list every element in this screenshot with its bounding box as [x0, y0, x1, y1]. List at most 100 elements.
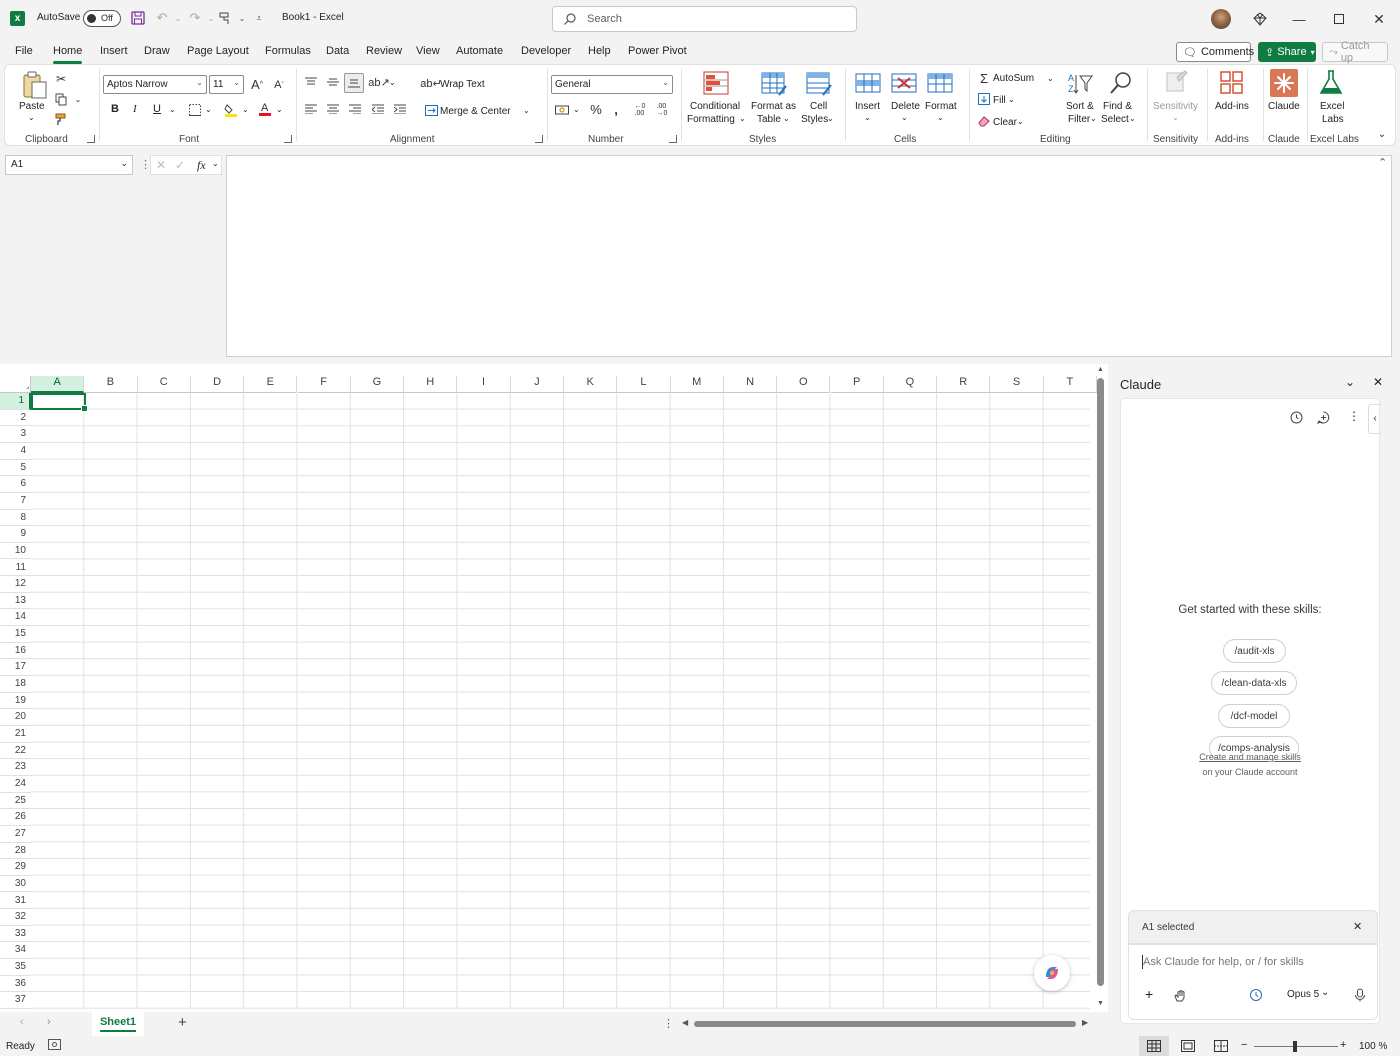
column-header-d[interactable]: D: [190, 376, 245, 393]
zoom-in-icon[interactable]: +: [1340, 1039, 1346, 1051]
row-header-14[interactable]: 14: [0, 609, 31, 627]
row-header-3[interactable]: 3: [0, 426, 31, 443]
paste-icon[interactable]: [21, 71, 49, 99]
tab-page-layout[interactable]: Page Layout: [187, 45, 249, 57]
align-right-icon[interactable]: [347, 102, 363, 116]
save-icon[interactable]: [130, 10, 146, 26]
column-header-r[interactable]: R: [937, 376, 991, 393]
row-header-1[interactable]: 1: [0, 393, 31, 410]
fill-color-icon[interactable]: [223, 101, 239, 119]
zoom-out-icon[interactable]: −: [1241, 1039, 1247, 1051]
manage-skills-link[interactable]: Create and manage skills: [1121, 752, 1379, 762]
find-select-label-2[interactable]: Select: [1101, 114, 1129, 125]
middle-align-icon[interactable]: [325, 75, 341, 89]
tab-data[interactable]: Data: [326, 45, 349, 57]
column-header-i[interactable]: I: [457, 376, 511, 393]
microphone-icon[interactable]: [1354, 988, 1366, 1002]
row-header-2[interactable]: 2: [0, 410, 31, 427]
tab-automate[interactable]: Automate: [456, 45, 503, 57]
row-header-6[interactable]: 6: [0, 476, 31, 493]
enter-icon[interactable]: ✓: [175, 158, 185, 172]
font-size-select[interactable]: 11 ⌄: [209, 75, 244, 94]
borders-icon[interactable]: [187, 102, 203, 118]
redo-dropdown-icon[interactable]: ⌄: [203, 10, 219, 26]
row-header-30[interactable]: 30: [0, 876, 31, 893]
delete-cells-label[interactable]: Delete: [891, 101, 920, 112]
column-header-e[interactable]: E: [244, 376, 298, 393]
redo-icon[interactable]: ↷: [187, 10, 203, 26]
chevron-down-icon[interactable]: ⌄: [212, 159, 219, 168]
column-header-c[interactable]: C: [137, 376, 191, 393]
italic-button[interactable]: I: [133, 103, 137, 115]
cell-styles-label-2[interactable]: Styles: [801, 114, 828, 125]
copy-icon[interactable]: [53, 91, 69, 107]
collapse-formula-icon[interactable]: ⌃: [1378, 156, 1387, 169]
accessibility-icon[interactable]: [48, 1039, 62, 1051]
font-color-icon[interactable]: A: [257, 100, 273, 118]
row-header-27[interactable]: 27: [0, 826, 31, 843]
row-header-36[interactable]: 36: [0, 976, 31, 993]
eraser-icon[interactable]: [977, 114, 991, 128]
comma-style-icon[interactable]: ,: [610, 101, 622, 117]
row-header-24[interactable]: 24: [0, 776, 31, 793]
minimize-icon[interactable]: —: [1289, 9, 1309, 29]
expand-panel-icon[interactable]: ‹: [1368, 404, 1381, 434]
select-all-corner[interactable]: [0, 376, 31, 393]
orientation-dropdown-icon[interactable]: ⌄: [389, 78, 396, 87]
row-header-25[interactable]: 25: [0, 793, 31, 810]
column-header-t[interactable]: T: [1043, 376, 1097, 393]
cell-styles-label-1[interactable]: Cell: [810, 101, 827, 112]
row-header-7[interactable]: 7: [0, 493, 31, 510]
copilot-button[interactable]: [1034, 955, 1070, 991]
row-header-29[interactable]: 29: [0, 859, 31, 876]
copy-dropdown-icon[interactable]: ⌄: [73, 93, 83, 105]
row-header-12[interactable]: 12: [0, 576, 31, 593]
clear-dropdown-icon[interactable]: ⌄: [1017, 117, 1024, 126]
skill-audit-xls[interactable]: /audit-xls: [1223, 639, 1286, 663]
find-select-label-1[interactable]: Find &: [1103, 101, 1132, 112]
fill-button[interactable]: Fill: [993, 95, 1006, 106]
active-cell-a1[interactable]: [31, 393, 88, 412]
chevron-down-icon[interactable]: ⌄: [827, 114, 834, 123]
underline-button[interactable]: U: [153, 103, 161, 115]
row-header-28[interactable]: 28: [0, 843, 31, 860]
claude-logo-icon[interactable]: [1270, 69, 1298, 97]
column-header-f[interactable]: F: [297, 376, 351, 393]
cancel-icon[interactable]: ✕: [156, 158, 166, 172]
search-box[interactable]: Search: [552, 6, 857, 32]
undo-icon[interactable]: ↶: [154, 10, 170, 26]
next-sheet-icon[interactable]: ›: [47, 1016, 51, 1028]
row-header-21[interactable]: 21: [0, 726, 31, 743]
more-options-icon[interactable]: ⋮: [1348, 409, 1360, 423]
column-header-p[interactable]: P: [830, 376, 884, 393]
sort-filter-icon[interactable]: AZ: [1067, 71, 1095, 99]
prev-sheet-icon[interactable]: ‹: [20, 1016, 24, 1028]
insert-function-icon[interactable]: fx: [197, 158, 206, 173]
autosum-button[interactable]: AutoSum: [993, 73, 1034, 84]
autosum-icon[interactable]: Σ: [977, 70, 991, 86]
sensitivity-icon[interactable]: [1163, 69, 1191, 97]
undo-dropdown-icon[interactable]: ⌄: [170, 10, 186, 26]
insert-cells-icon[interactable]: [855, 71, 883, 99]
sort-filter-label-1[interactable]: Sort &: [1066, 101, 1094, 112]
formula-input[interactable]: [226, 155, 1392, 357]
column-header-h[interactable]: H: [404, 376, 458, 393]
increase-font-icon[interactable]: A ^: [248, 75, 266, 93]
claude-input-box[interactable]: Ask Claude for help, or / for skills + O…: [1128, 944, 1378, 1020]
sheet-options-icon[interactable]: ⋮: [663, 1017, 674, 1030]
wrap-text-icon[interactable]: ab↵: [420, 75, 441, 91]
add-ins-label[interactable]: Add-ins: [1215, 101, 1249, 112]
tab-formulas[interactable]: Formulas: [265, 45, 311, 57]
column-header-a[interactable]: A: [31, 376, 85, 393]
percent-style-icon[interactable]: %: [588, 101, 604, 117]
decrease-indent-icon[interactable]: [370, 102, 386, 116]
clipboard-launcher-icon[interactable]: [87, 135, 95, 143]
diamond-icon[interactable]: [1250, 9, 1270, 29]
underline-dropdown-icon[interactable]: ⌄: [169, 105, 176, 114]
row-header-20[interactable]: 20: [0, 709, 31, 726]
tab-draw[interactable]: Draw: [144, 45, 170, 57]
format-cells-label[interactable]: Format: [925, 101, 957, 112]
borders-dropdown-icon[interactable]: ⌄: [205, 105, 212, 114]
scroll-up-icon[interactable]: ▲: [1097, 366, 1104, 373]
user-avatar[interactable]: [1211, 9, 1231, 29]
